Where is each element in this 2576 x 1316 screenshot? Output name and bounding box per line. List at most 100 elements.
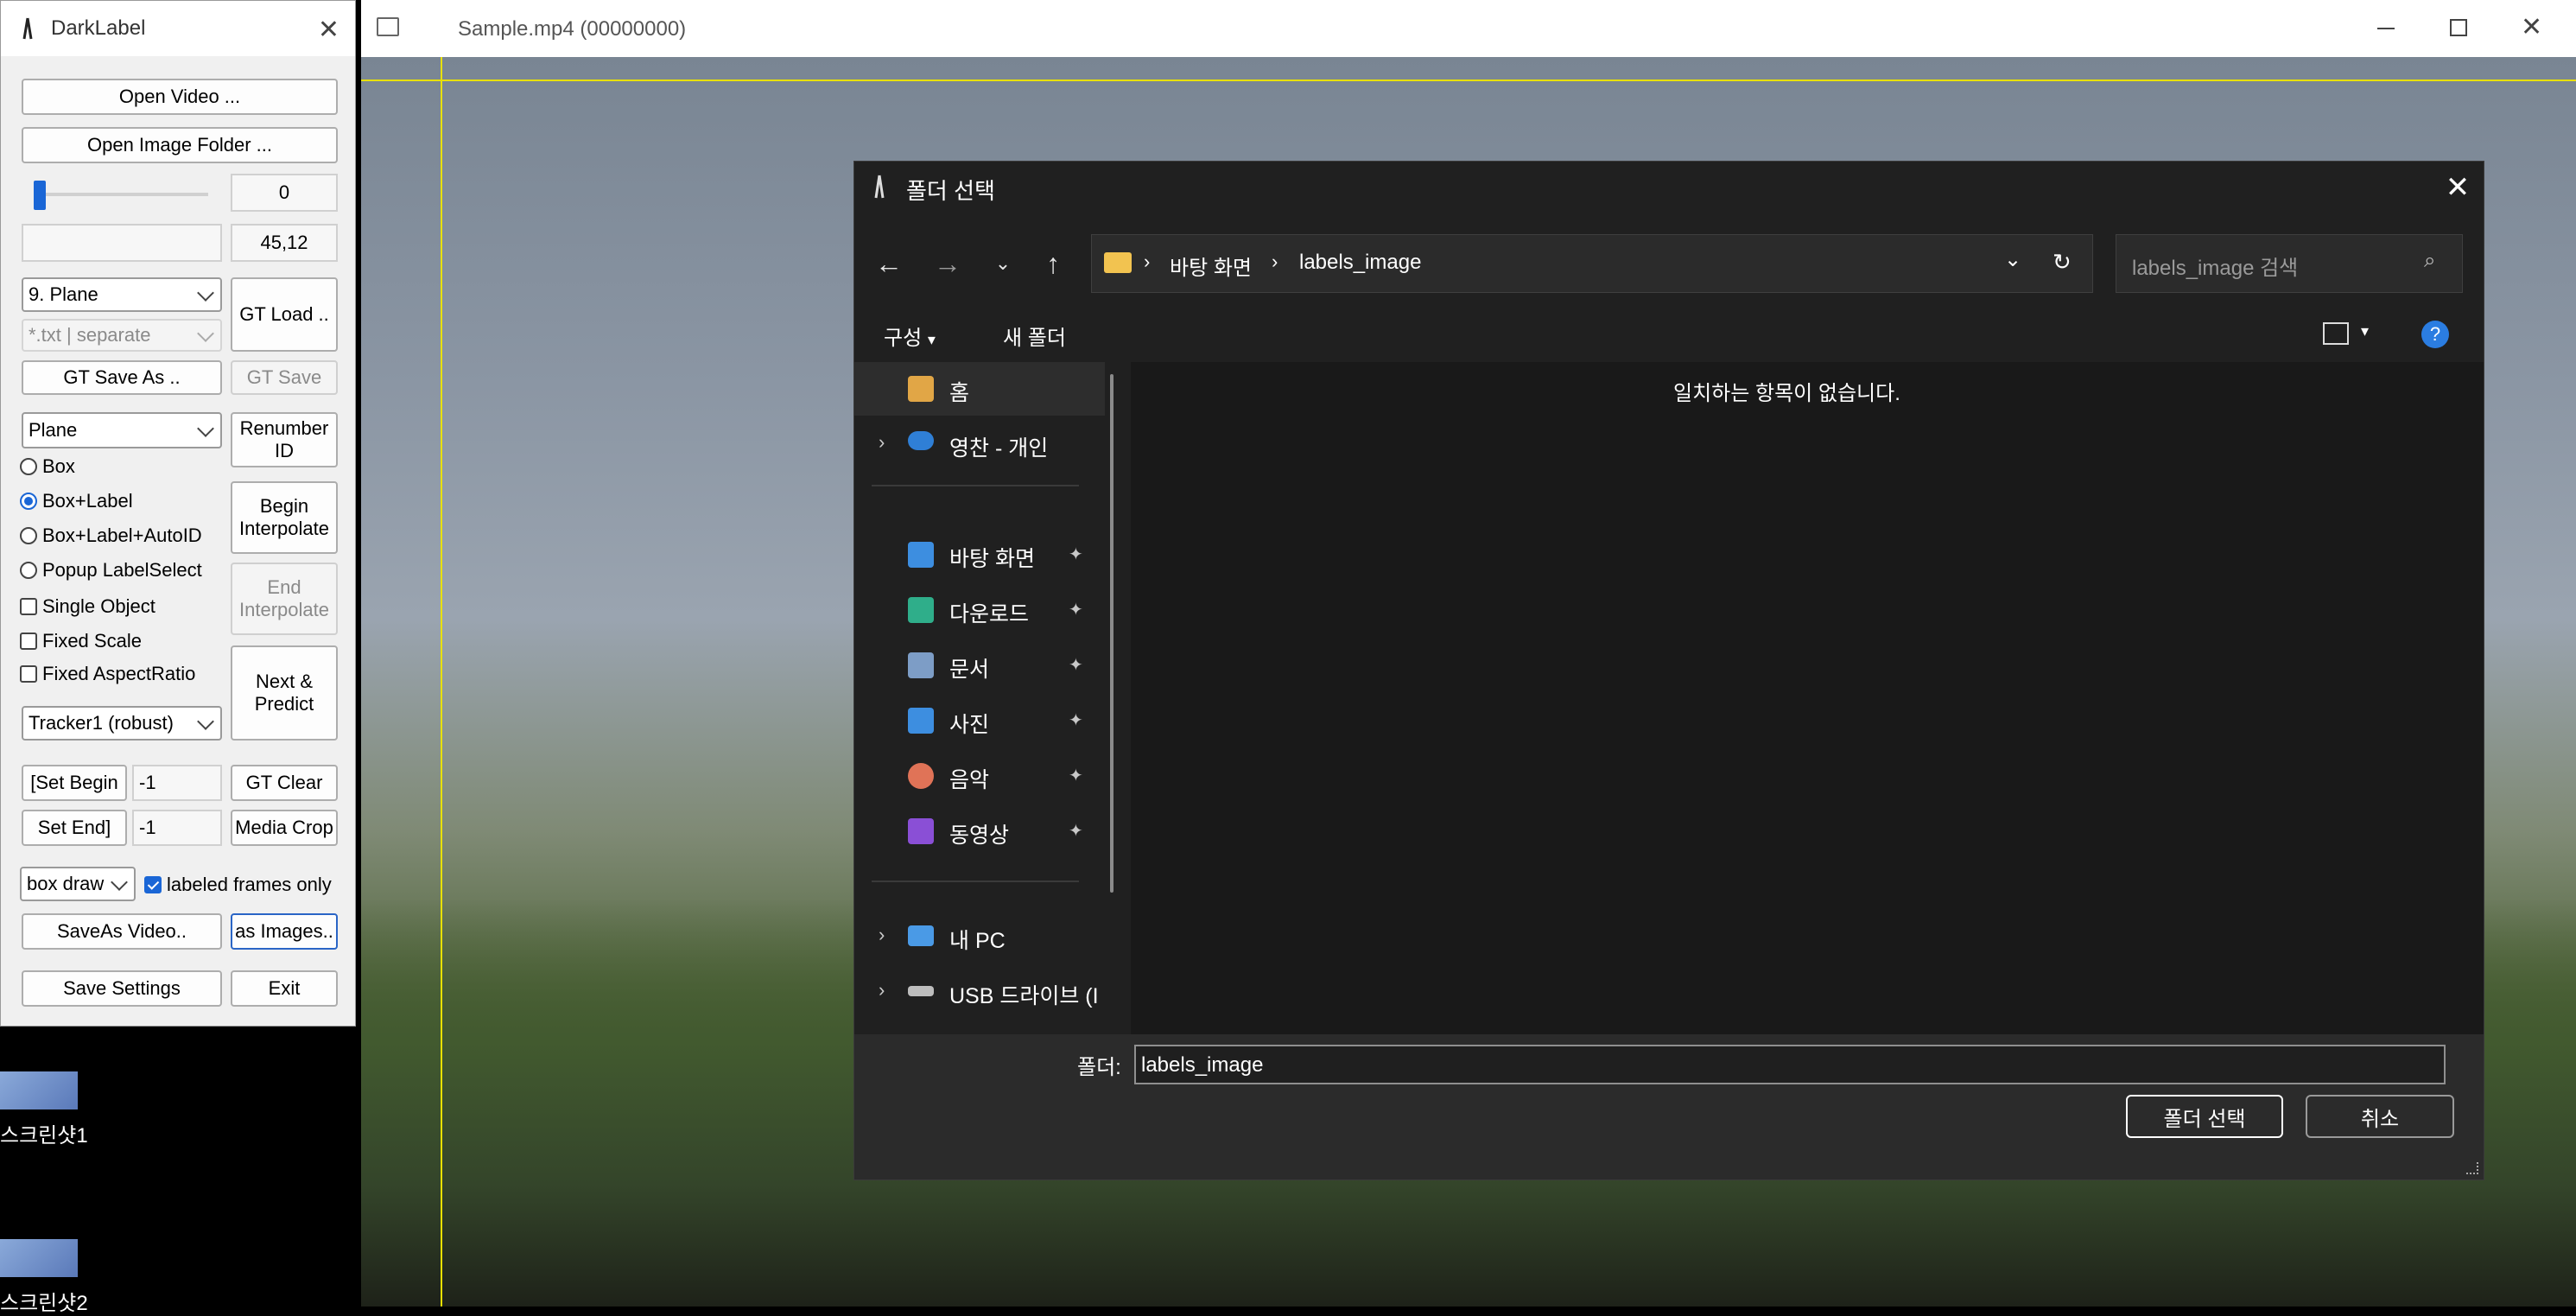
mode-box-label-autoid-radio[interactable]: Box+Label+AutoID bbox=[20, 524, 202, 547]
frame-slider-thumb[interactable] bbox=[34, 181, 46, 210]
folder-name-input[interactable]: labels_image bbox=[1134, 1045, 2446, 1084]
nav-item-desktop[interactable]: 바탕 화면 ✦ bbox=[854, 528, 1105, 582]
next-predict-button[interactable]: Next & Predict bbox=[231, 645, 338, 741]
recent-chevron-icon[interactable]: ⌄ bbox=[986, 246, 1020, 281]
nav-scrollbar[interactable] bbox=[1110, 374, 1114, 893]
open-image-folder-button[interactable]: Open Image Folder ... bbox=[22, 127, 338, 163]
pin-icon: ✦ bbox=[1069, 822, 1083, 841]
nav-label: 음악 bbox=[949, 768, 990, 792]
screenshot2-desktop-icon[interactable] bbox=[0, 1239, 78, 1277]
nav-item-music[interactable]: 음악 ✦ bbox=[854, 749, 1105, 803]
class-preset-value: 9. Plane bbox=[29, 283, 98, 305]
mode-box-label: Box bbox=[42, 455, 75, 477]
search-input[interactable]: labels_image 검색 ⌕ bbox=[2116, 234, 2463, 293]
checkbox-box bbox=[20, 665, 37, 683]
dialog-app-icon bbox=[873, 174, 885, 200]
radio-circle bbox=[20, 562, 37, 579]
single-object-checkbox[interactable]: Single Object bbox=[20, 595, 155, 618]
guide-line-horizontal bbox=[361, 79, 2576, 81]
exit-button[interactable]: Exit bbox=[231, 970, 338, 1007]
breadcrumb-desktop[interactable]: 바탕 화면 bbox=[1170, 251, 1252, 281]
view-options-chevron-icon[interactable]: ▾ bbox=[2361, 322, 2369, 340]
address-dropdown-chevron-icon[interactable]: ⌄ bbox=[2004, 247, 2021, 272]
forward-arrow-icon[interactable]: → bbox=[930, 246, 965, 281]
set-begin-field[interactable]: -1 bbox=[132, 765, 222, 801]
nav-label: 영찬 - 개인 bbox=[949, 436, 1049, 461]
mode-popup-labelselect-radio[interactable]: Popup LabelSelect bbox=[20, 559, 202, 582]
fixed-scale-checkbox[interactable]: Fixed Scale bbox=[20, 630, 142, 652]
darklabel-close-icon[interactable]: ✕ bbox=[318, 15, 339, 45]
darklabel-app-icon bbox=[22, 16, 34, 41]
media-crop-button[interactable]: Media Crop bbox=[231, 810, 338, 846]
renumber-id-button[interactable]: Renumber ID bbox=[231, 412, 338, 467]
nav-label: 동영상 bbox=[949, 823, 1010, 848]
set-begin-button[interactable]: [Set Begin bbox=[22, 765, 127, 801]
nav-item-videos[interactable]: 동영상 ✦ bbox=[854, 804, 1105, 858]
pin-icon: ✦ bbox=[1069, 766, 1083, 785]
end-interpolate-button: End Interpolate bbox=[231, 563, 338, 635]
fixed-aspectratio-checkbox[interactable]: Fixed AspectRatio bbox=[20, 663, 195, 685]
organize-menu[interactable]: 구성 ▾ bbox=[884, 321, 936, 351]
save-as-video-button[interactable]: SaveAs Video.. bbox=[22, 913, 222, 950]
mode-box-radio[interactable]: Box bbox=[20, 455, 75, 478]
frame-number-field[interactable]: 0 bbox=[231, 174, 338, 212]
refresh-icon[interactable]: ↻ bbox=[2053, 249, 2072, 276]
gt-clear-button[interactable]: GT Clear bbox=[231, 765, 338, 801]
begin-interpolate-button[interactable]: Begin Interpolate bbox=[231, 481, 338, 554]
mode-box-label-radio[interactable]: Box+Label bbox=[20, 490, 133, 512]
format-select: *.txt | separate bbox=[22, 319, 222, 352]
gt-save-as-button[interactable]: GT Save As .. bbox=[22, 360, 222, 395]
expand-chevron-icon: › bbox=[879, 979, 885, 1001]
coords-field: 45,12 bbox=[231, 224, 338, 262]
address-bar[interactable]: › 바탕 화면 › labels_image ⌄ ↻ bbox=[1091, 234, 2093, 293]
screenshot1-desktop-icon[interactable] bbox=[0, 1071, 78, 1109]
screenshot1-desktop-label[interactable]: 스크린샷1 bbox=[0, 1118, 88, 1148]
tracker-select[interactable]: Tracker1 (robust) bbox=[22, 706, 222, 741]
view-mode-icon[interactable] bbox=[2323, 322, 2349, 345]
home-icon bbox=[908, 376, 934, 402]
as-images-button[interactable]: as Images.. bbox=[231, 913, 338, 950]
fixed-scale-label: Fixed Scale bbox=[42, 630, 142, 652]
nav-item-home[interactable]: 홈 bbox=[854, 362, 1105, 416]
gt-load-button[interactable]: GT Load .. bbox=[231, 277, 338, 352]
labeled-frames-only-checkbox[interactable]: labeled frames only bbox=[144, 874, 332, 896]
file-list-area[interactable]: 일치하는 항목이 없습니다. bbox=[1131, 362, 2484, 1034]
open-video-button[interactable]: Open Video ... bbox=[22, 79, 338, 115]
breadcrumb-labels-image[interactable]: labels_image bbox=[1299, 251, 1421, 275]
resize-grip-icon[interactable] bbox=[2466, 1162, 2478, 1174]
nav-item-documents[interactable]: 문서 ✦ bbox=[854, 639, 1105, 692]
save-settings-button[interactable]: Save Settings bbox=[22, 970, 222, 1007]
nav-item-this-pc[interactable]: › 내 PC bbox=[854, 910, 1105, 963]
nav-item-onedrive[interactable]: › 영찬 - 개인 bbox=[854, 417, 1105, 471]
cancel-button[interactable]: 취소 bbox=[2306, 1095, 2454, 1138]
screenshot2-desktop-label[interactable]: 스크린샷2 bbox=[0, 1286, 88, 1316]
video-close-icon[interactable]: ✕ bbox=[2521, 12, 2542, 42]
class-label-select[interactable]: Plane bbox=[22, 412, 222, 448]
dialog-close-icon[interactable]: ✕ bbox=[2440, 170, 2475, 205]
guide-line-vertical bbox=[441, 57, 442, 1306]
maximize-icon[interactable] bbox=[2450, 19, 2467, 36]
draw-mode-value: box draw bbox=[27, 873, 105, 894]
new-folder-button[interactable]: 새 폴더 bbox=[1003, 321, 1066, 351]
nav-item-downloads[interactable]: 다운로드 ✦ bbox=[854, 583, 1105, 637]
radio-circle-selected bbox=[20, 493, 37, 510]
nav-label: 내 PC bbox=[949, 929, 1006, 953]
help-icon[interactable]: ? bbox=[2421, 321, 2449, 348]
frame-slider[interactable] bbox=[22, 177, 210, 212]
dialog-title: 폴더 선택 bbox=[906, 178, 995, 204]
up-arrow-icon[interactable]: ↑ bbox=[1036, 246, 1070, 281]
back-arrow-icon[interactable]: ← bbox=[872, 246, 906, 281]
class-preset-select[interactable]: 9. Plane bbox=[22, 277, 222, 312]
minimize-icon[interactable] bbox=[2377, 28, 2395, 29]
set-end-button[interactable]: Set End] bbox=[22, 810, 127, 846]
checkbox-box bbox=[20, 633, 37, 650]
folder-icon bbox=[1104, 252, 1132, 273]
set-end-field[interactable]: -1 bbox=[132, 810, 222, 846]
folder-select-dialog: 폴더 선택 ✕ ← → ⌄ ↑ › 바탕 화면 › labels_image ⌄… bbox=[853, 161, 2484, 1180]
nav-item-usb-drive[interactable]: › USB 드라이브 (I bbox=[854, 965, 1105, 1019]
select-folder-button[interactable]: 폴더 선택 bbox=[2126, 1095, 2283, 1138]
nav-label: USB 드라이브 (I bbox=[949, 984, 1099, 1008]
nav-item-pictures[interactable]: 사진 ✦ bbox=[854, 694, 1105, 747]
nav-label: 홈 bbox=[949, 381, 970, 405]
draw-mode-select[interactable]: box draw bbox=[20, 867, 136, 901]
